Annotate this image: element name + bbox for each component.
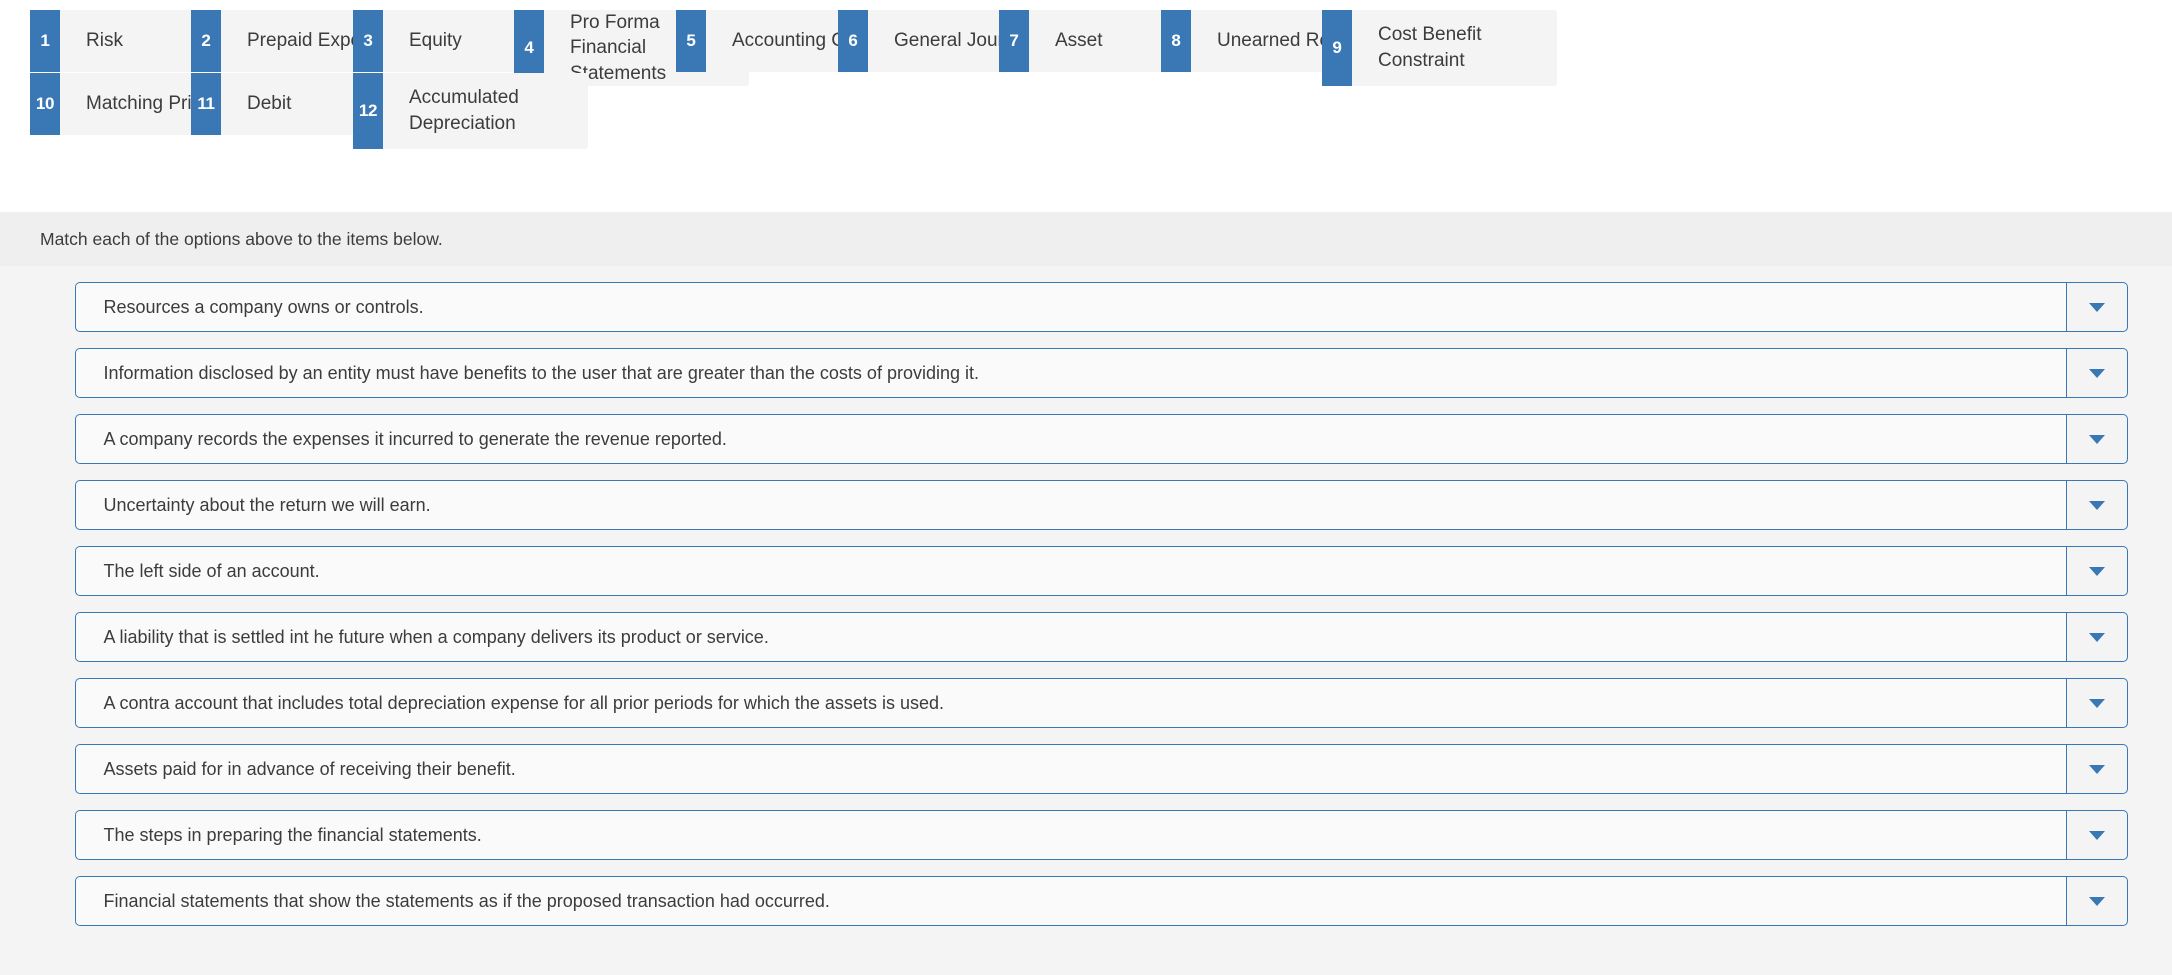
option-number-badge: 10 [30,73,60,135]
caret-down-icon [2088,830,2105,840]
match-dropdown-button[interactable] [2065,744,2128,794]
match-row: Resources a company owns or controls. [45,282,2128,332]
option-chip[interactable]: 12 Accumulated Depreciation [353,73,588,149]
caret-down-icon [2088,566,2105,576]
match-row: The left side of an account. [45,546,2128,596]
option-number-badge: 12 [353,73,383,149]
matching-items-list: Resources a company owns or controls. Inf… [0,266,2172,975]
option-label: Cost Benefit Constraint [1352,10,1557,86]
caret-down-icon [2088,896,2105,906]
caret-down-icon [2088,302,2105,312]
matching-question-page: 1 Risk 2 Prepaid Expense 3 Equity 4 Pro Forma F… [0,0,2172,975]
instruction-text: Match each of the options above to the i… [40,228,443,249]
match-prompt-text: A company records the expenses it incurr… [74,414,2066,464]
match-dropdown-button[interactable] [2065,414,2128,464]
match-dropdown-button[interactable] [2065,480,2128,530]
match-prompt-text: Financial statements that show the state… [74,876,2066,926]
match-dropdown-button[interactable] [2065,546,2128,596]
match-row: Uncertainty about the return we will ear… [45,480,2128,530]
match-prompt-text: Information disclosed by an entity must … [74,348,2066,398]
option-number-badge: 9 [1322,10,1352,86]
match-dropdown-button[interactable] [2065,678,2128,728]
option-number-badge: 1 [30,10,60,72]
option-number-badge: 2 [191,10,221,72]
match-prompt-text: Assets paid for in advance of receiving … [74,744,2066,794]
option-number-badge: 5 [676,10,706,72]
instruction-banner: Match each of the options above to the i… [0,212,2172,266]
match-prompt-text: The left side of an account. [74,546,2066,596]
match-dropdown-button[interactable] [2065,612,2128,662]
match-prompt-text: A liability that is settled int he futur… [74,612,2066,662]
option-number-badge: 8 [1161,10,1191,72]
match-dropdown-button[interactable] [2065,810,2128,860]
match-prompt-text: A contra account that includes total dep… [74,678,2066,728]
option-number-badge: 7 [999,10,1029,72]
option-label: Accumulated Depreciation [383,73,588,149]
match-prompt-text: The steps in preparing the financial sta… [74,810,2066,860]
options-bank: 1 Risk 2 Prepaid Expense 3 Equity 4 Pro Forma F… [0,0,2172,210]
match-row: A contra account that includes total dep… [45,678,2128,728]
caret-down-icon [2088,368,2105,378]
match-row: Information disclosed by an entity must … [45,348,2128,398]
match-prompt-text: Uncertainty about the return we will ear… [74,480,2066,530]
match-dropdown-button[interactable] [2065,876,2128,926]
match-row: The steps in preparing the financial sta… [45,810,2128,860]
match-row: Financial statements that show the state… [45,876,2128,926]
caret-down-icon [2088,698,2105,708]
match-row: A liability that is settled int he futur… [45,612,2128,662]
match-dropdown-button[interactable] [2065,348,2128,398]
match-row: Assets paid for in advance of receiving … [45,744,2128,794]
match-row: A company records the expenses it incurr… [45,414,2128,464]
caret-down-icon [2088,434,2105,444]
option-number-badge: 6 [838,10,868,72]
option-number-badge: 11 [191,73,221,135]
match-dropdown-button[interactable] [2065,282,2128,332]
match-prompt-text: Resources a company owns or controls. [74,282,2066,332]
caret-down-icon [2088,500,2105,510]
caret-down-icon [2088,764,2105,774]
caret-down-icon [2088,632,2105,642]
option-chip[interactable]: 9 Cost Benefit Constraint [1322,10,1557,86]
option-number-badge: 3 [353,10,383,72]
